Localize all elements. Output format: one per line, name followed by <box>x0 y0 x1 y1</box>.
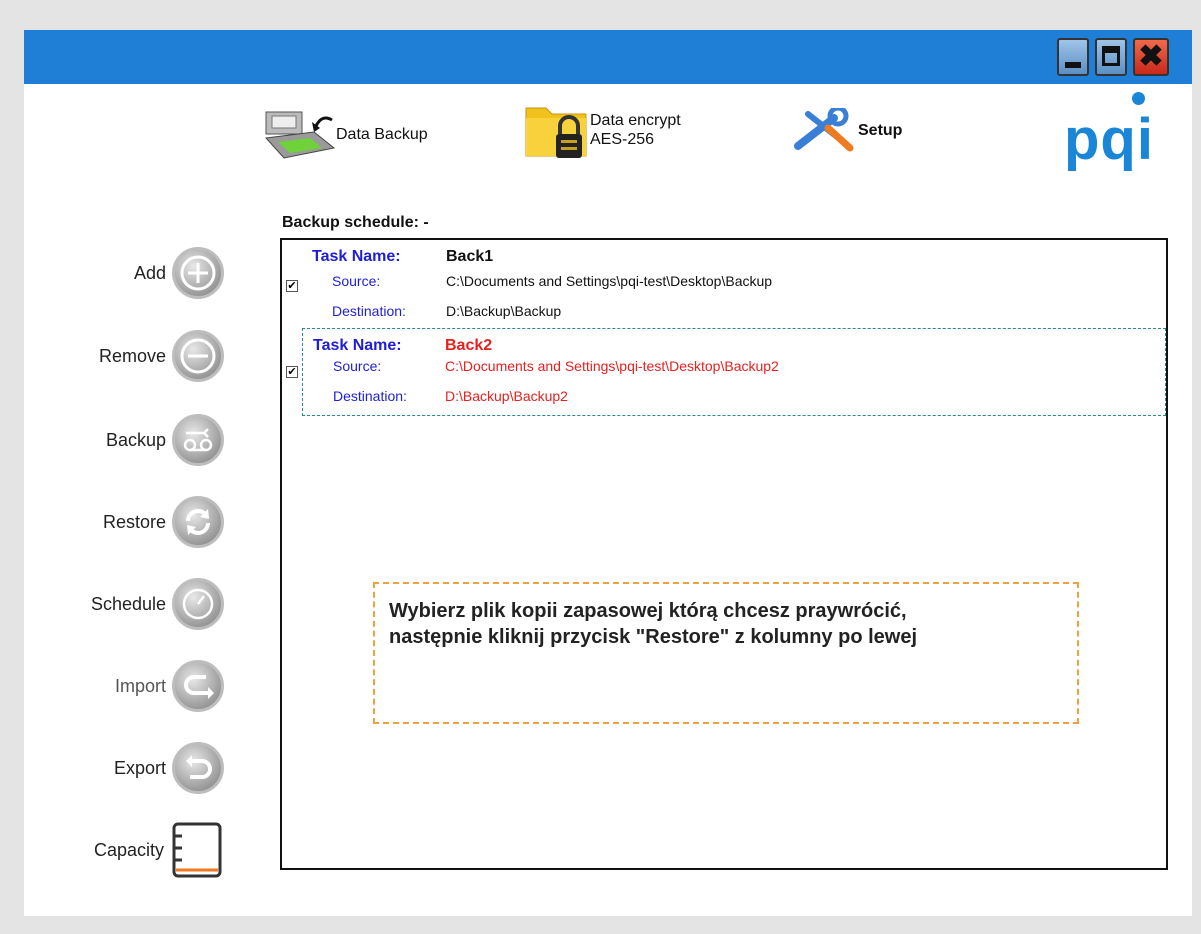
sidebar-item-label: Schedule <box>90 593 166 614</box>
close-icon: ✖ <box>1138 40 1164 73</box>
tools-icon <box>794 108 854 152</box>
sidebar-item-label: Restore <box>102 511 166 532</box>
sidebar-item-label: Export <box>113 757 166 778</box>
task-item-selected[interactable]: Task Name: Back2 Source: C:\Documents an… <box>302 328 1166 416</box>
setup-label: Setup <box>858 121 903 139</box>
sidebar-item-remove[interactable]: Remove <box>24 326 224 386</box>
plus-circle-icon <box>172 247 224 299</box>
title-bar[interactable]: ✖ <box>24 30 1192 84</box>
source-label: Source: <box>332 273 381 289</box>
data-encrypt-button[interactable]: Data encrypt AES-256 <box>524 98 681 162</box>
backup-drive-icon <box>264 111 336 159</box>
destination-label: Destination: <box>332 303 406 319</box>
import-arrow-icon <box>172 660 224 712</box>
destination-path: D:\Backup\Backup <box>446 303 562 319</box>
encrypted-folder-icon <box>525 107 587 158</box>
sidebar-item-label: Capacity <box>93 839 164 860</box>
export-arrow-icon <box>172 742 224 794</box>
data-backup-button[interactable]: Data Backup <box>264 108 428 160</box>
logo-dot <box>1132 92 1145 105</box>
source-path: C:\Documents and Settings\pqi-test\Deskt… <box>446 273 773 289</box>
close-button[interactable]: ✖ <box>1133 38 1169 76</box>
setup-button[interactable]: Setup <box>794 108 902 152</box>
maximize-button[interactable] <box>1095 38 1127 76</box>
sidebar-item-label: Backup <box>105 429 166 450</box>
task-list[interactable]: ✔ Task Name: Back1 Source: C:\Documents … <box>280 238 1168 870</box>
minimize-button[interactable] <box>1057 38 1089 76</box>
data-backup-label: Data Backup <box>336 125 428 143</box>
pqi-logo: pqi <box>1064 107 1154 172</box>
encryption-type-label: AES-256 <box>590 131 655 148</box>
capacity-gauge-icon <box>172 822 222 878</box>
source-path: C:\Documents and Settings\pqi-test\Deskt… <box>445 358 779 374</box>
task-name: Back2 <box>445 337 493 354</box>
sidebar-item-label: Import <box>114 675 166 696</box>
backup-schedule-label: Backup schedule: - <box>282 214 429 231</box>
sidebar-item-export[interactable]: Export <box>24 738 224 798</box>
sidebar-item-capacity[interactable]: Capacity <box>24 820 224 880</box>
source-label: Source: <box>333 358 382 374</box>
sidebar-item-import[interactable]: Import <box>24 656 224 716</box>
hint-callout: Wybierz plik kopii zapasowej którą chces… <box>373 582 1079 724</box>
sidebar-item-schedule[interactable]: Schedule <box>24 574 224 634</box>
data-encrypt-label: Data encrypt <box>590 112 681 129</box>
task-name-label: Task Name: <box>312 248 401 265</box>
task-name-label: Task Name: <box>313 337 402 354</box>
minus-circle-icon <box>172 330 224 382</box>
destination-path: D:\Backup\Backup2 <box>445 388 568 404</box>
destination-label: Destination: <box>333 388 407 404</box>
sidebar-item-add[interactable]: Add <box>24 243 224 303</box>
task-checkbox[interactable]: ✔ <box>286 280 298 292</box>
hint-line-1: Wybierz plik kopii zapasowej którą chces… <box>389 600 907 622</box>
tape-icon <box>172 414 224 466</box>
sidebar-item-restore[interactable]: Restore <box>24 492 224 552</box>
hint-text: Wybierz plik kopii zapasowej którą chces… <box>389 598 917 650</box>
task-name: Back1 <box>446 248 494 265</box>
sidebar-item-backup[interactable]: Backup <box>24 410 224 470</box>
task-item[interactable]: ✔ Task Name: Back1 Source: C:\Documents … <box>286 246 1166 330</box>
restore-arrows-icon <box>172 496 224 548</box>
task-checkbox[interactable]: ✔ <box>286 366 298 378</box>
sidebar-item-label: Remove <box>98 345 166 366</box>
clock-icon <box>172 578 224 630</box>
sidebar-item-label: Add <box>133 262 166 283</box>
app-window: ✖ Data Backup Data encrypt AES-256 Setup… <box>24 30 1192 916</box>
hint-line-2: następnie kliknij przycisk "Restore" z k… <box>389 626 918 648</box>
